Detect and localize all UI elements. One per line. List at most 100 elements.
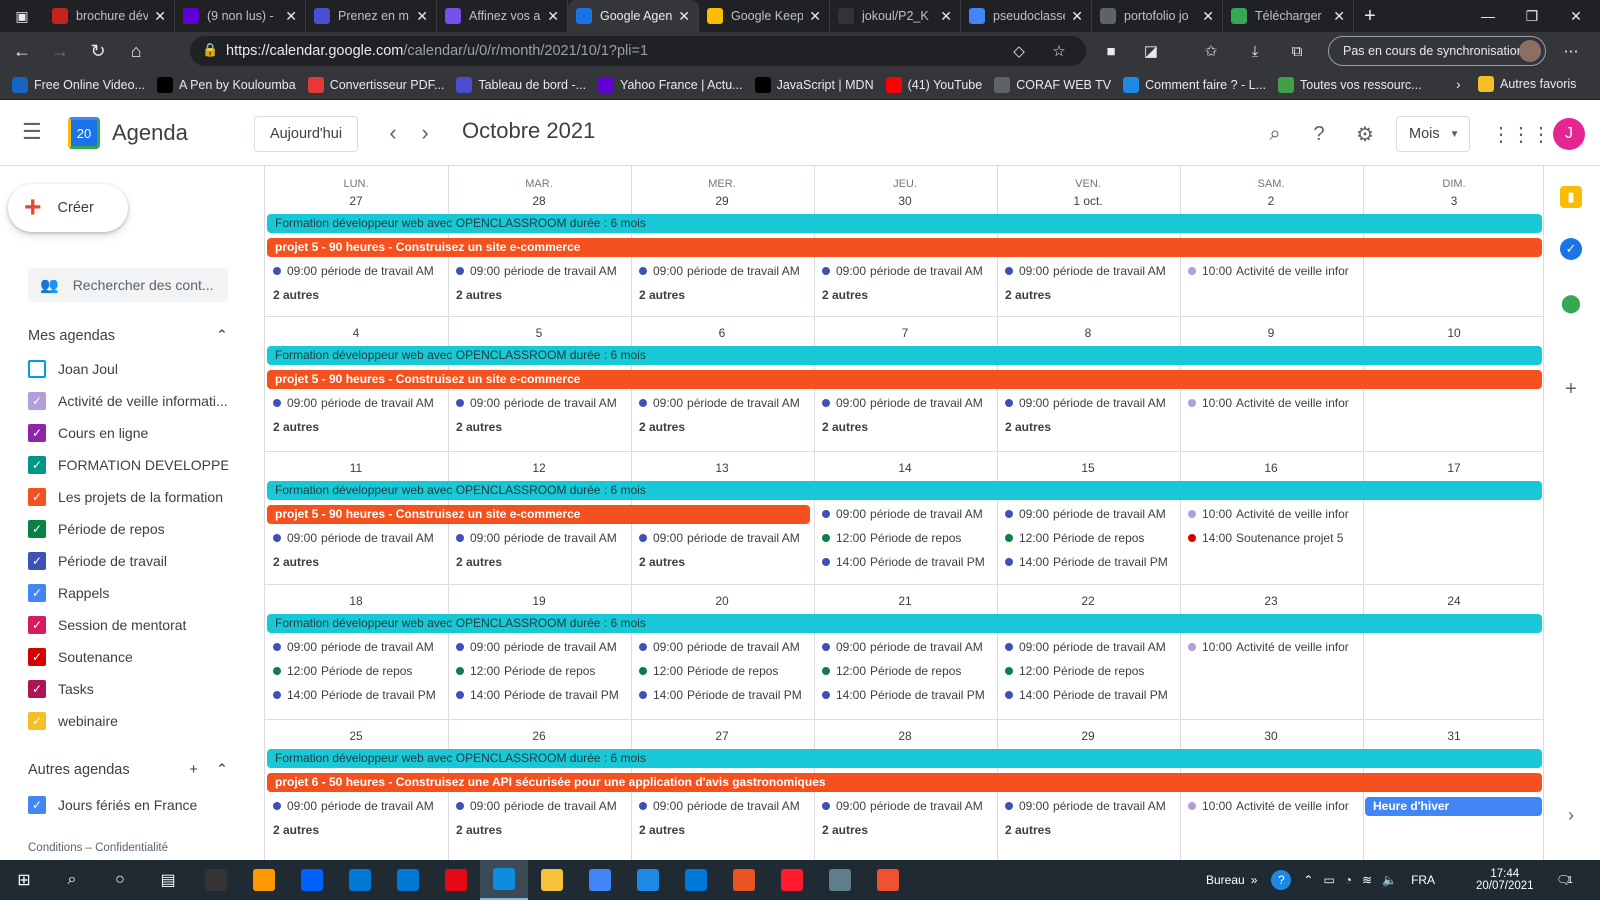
checkbox-checked-icon[interactable]: ✓ xyxy=(28,680,46,698)
bookmark-item[interactable]: Toutes vos ressourc... xyxy=(1278,76,1422,93)
event-chip[interactable]: 09:00 période de travail AM xyxy=(822,393,998,413)
extension2-icon[interactable]: ◪ xyxy=(1136,36,1166,66)
keep-icon[interactable]: ▮ xyxy=(1560,186,1582,208)
prev-month-icon[interactable]: ‹ xyxy=(380,120,406,146)
event-chip[interactable]: 14:00 Période de travail PM xyxy=(456,685,632,705)
calendar-item[interactable]: Joan Joul xyxy=(28,360,228,378)
bookmarks-overflow-icon[interactable]: › xyxy=(1456,76,1461,92)
event-chip[interactable]: 10:00 Activité de veille infor xyxy=(1188,393,1364,413)
store-app-icon[interactable] xyxy=(336,860,384,900)
footer-links[interactable]: Conditions – Confidentialité xyxy=(28,842,168,854)
bookmark-item[interactable]: JavaScript | MDN xyxy=(754,76,874,93)
bookmark-item[interactable]: Comment faire ? - L... xyxy=(1123,76,1266,93)
checkbox-checked-icon[interactable]: ✓ xyxy=(28,456,46,474)
new-tab-button[interactable]: + xyxy=(1354,0,1386,32)
checkbox-checked-icon[interactable]: ✓ xyxy=(28,424,46,442)
day-number[interactable]: 7 xyxy=(814,326,996,340)
apps-grid-icon[interactable]: ⋮⋮⋮ xyxy=(1491,117,1551,151)
search-icon[interactable]: ⌕ xyxy=(1258,117,1292,151)
clock[interactable]: 17:44 20/07/2021 xyxy=(1476,860,1534,900)
browser-tab[interactable]: brochure dév ✕ xyxy=(44,0,175,32)
day-number[interactable]: 24 xyxy=(1363,594,1545,608)
day-number[interactable]: 2 xyxy=(1180,194,1362,208)
multi-day-event[interactable]: Formation développeur web avec OPENCLASS… xyxy=(267,346,1542,365)
checkbox-unchecked-icon[interactable] xyxy=(28,360,46,378)
event-chip[interactable]: 12:00 Période de repos xyxy=(1005,528,1181,548)
event-chip[interactable]: 09:00 période de travail AM xyxy=(456,637,632,657)
multi-day-event[interactable]: projet 5 - 90 heures - Construisez un si… xyxy=(267,238,1542,257)
event-chip[interactable]: 12:00 Période de repos xyxy=(456,661,632,681)
day-number[interactable]: 3 xyxy=(1363,194,1545,208)
event-chip[interactable]: 09:00 période de travail AM xyxy=(1005,393,1181,413)
checkbox-checked-icon[interactable]: ✓ xyxy=(28,552,46,570)
browser-tab[interactable]: jokoul/P2_K ✕ xyxy=(830,0,961,32)
checkbox-checked-icon[interactable]: ✓ xyxy=(28,520,46,538)
day-number[interactable]: 27 xyxy=(265,194,447,208)
bookmark-item[interactable]: (41) YouTube xyxy=(885,76,982,93)
more-events-link[interactable]: 2 autres xyxy=(273,555,319,569)
multi-day-event[interactable]: Formation développeur web avec OPENCLASS… xyxy=(267,481,1542,500)
more-events-link[interactable]: 2 autres xyxy=(1005,823,1051,837)
more-events-link[interactable]: 2 autres xyxy=(1005,288,1051,302)
more-events-link[interactable]: 2 autres xyxy=(1005,420,1051,434)
multi-day-event[interactable]: Formation développeur web avec OPENCLASS… xyxy=(267,214,1542,233)
more-events-link[interactable]: 2 autres xyxy=(456,823,502,837)
bookmark-item[interactable]: Convertisseur PDF... xyxy=(307,76,444,93)
other-calendars-header[interactable]: Autres agendas + ⌃ xyxy=(28,762,228,778)
day-number[interactable]: 16 xyxy=(1180,461,1362,475)
event-chip[interactable]: 09:00 période de travail AM xyxy=(456,528,632,548)
more-events-link[interactable]: 2 autres xyxy=(273,420,319,434)
language-indicator[interactable]: FRA xyxy=(1411,873,1435,887)
other-bookmarks[interactable]: Autres favoris xyxy=(1478,76,1576,92)
calendar-item[interactable]: ✓ Jours fériés en France xyxy=(28,796,228,814)
event-chip[interactable]: 09:00 période de travail AM xyxy=(822,261,998,281)
browser-tab[interactable]: Google Agen ✕ xyxy=(568,0,699,32)
calendar-item[interactable]: ✓ Les projets de la formation xyxy=(28,488,228,506)
event-chip[interactable]: 09:00 période de travail AM xyxy=(456,393,632,413)
extension-icon[interactable]: ■ xyxy=(1096,36,1126,66)
tab-close-icon[interactable]: ✕ xyxy=(154,8,166,25)
event-chip[interactable]: 09:00 période de travail AM xyxy=(456,261,632,281)
star-add-icon[interactable]: ☆ xyxy=(1044,36,1074,66)
menu-dots-icon[interactable]: ⋯ xyxy=(1556,36,1586,66)
event-chip[interactable]: 12:00 Période de repos xyxy=(639,661,815,681)
chrome-app-icon[interactable] xyxy=(576,860,624,900)
checkbox-checked-icon[interactable]: ✓ xyxy=(28,616,46,634)
day-number[interactable]: 10 xyxy=(1363,326,1545,340)
browser-tab[interactable]: portofolio jo ✕ xyxy=(1092,0,1223,32)
more-events-link[interactable]: 2 autres xyxy=(456,555,502,569)
multi-day-event[interactable]: Formation développeur web avec OPENCLASS… xyxy=(267,614,1542,633)
checkbox-checked-icon[interactable]: ✓ xyxy=(28,392,46,410)
close-window-icon[interactable]: ✕ xyxy=(1554,0,1598,32)
download-icon[interactable]: ⤓ xyxy=(1240,36,1270,66)
forward-icon[interactable]: → xyxy=(44,35,76,67)
wifi-icon[interactable]: ≋ xyxy=(1362,873,1372,887)
event-chip[interactable]: 09:00 période de travail AM xyxy=(1005,637,1181,657)
cortana-icon[interactable]: ○ xyxy=(96,860,144,900)
more-events-link[interactable]: 2 autres xyxy=(822,420,868,434)
event-chip[interactable]: 09:00 période de travail AM xyxy=(1005,261,1181,281)
collections-icon[interactable]: ⧉ xyxy=(1282,36,1312,66)
volume-icon[interactable]: 🔈 xyxy=(1382,873,1397,887)
multi-day-event[interactable]: projet 6 - 50 heures - Construisez une A… xyxy=(267,773,1542,792)
calendar-item[interactable]: ✓ Période de travail xyxy=(28,552,228,570)
maximize-icon[interactable]: ❐ xyxy=(1510,0,1554,32)
notifications-icon[interactable]: 🗨 1 xyxy=(1556,860,1573,900)
show-hidden-icons-icon[interactable]: ⌃ xyxy=(1303,873,1313,887)
dropbox-app-icon[interactable] xyxy=(288,860,336,900)
event-chip[interactable]: 14:00 Période de travail PM xyxy=(639,685,815,705)
settings-gear-icon[interactable]: ⚙ xyxy=(1348,117,1382,151)
event-chip[interactable]: 14:00 Soutenance projet 5 xyxy=(1188,528,1364,548)
day-number[interactable]: 29 xyxy=(997,729,1179,743)
tasks-icon[interactable]: ✓ xyxy=(1560,238,1582,260)
event-chip[interactable]: 10:00 Activité de veille infor xyxy=(1188,637,1364,657)
help-tray-icon[interactable]: ? xyxy=(1271,870,1292,890)
event-chip[interactable]: 14:00 Période de travail PM xyxy=(822,685,998,705)
event-chip[interactable]: 09:00 période de travail AM xyxy=(639,528,815,548)
multi-day-event[interactable]: Heure d'hiver xyxy=(1365,797,1542,816)
calendar-item[interactable]: ✓ Cours en ligne xyxy=(28,424,228,442)
event-chip[interactable]: 12:00 Période de repos xyxy=(822,528,998,548)
chevron-up-icon[interactable]: ⌃ xyxy=(216,762,228,778)
tab-close-icon[interactable]: ✕ xyxy=(809,8,821,25)
browser-tab[interactable]: Affinez vos a ✕ xyxy=(437,0,568,32)
